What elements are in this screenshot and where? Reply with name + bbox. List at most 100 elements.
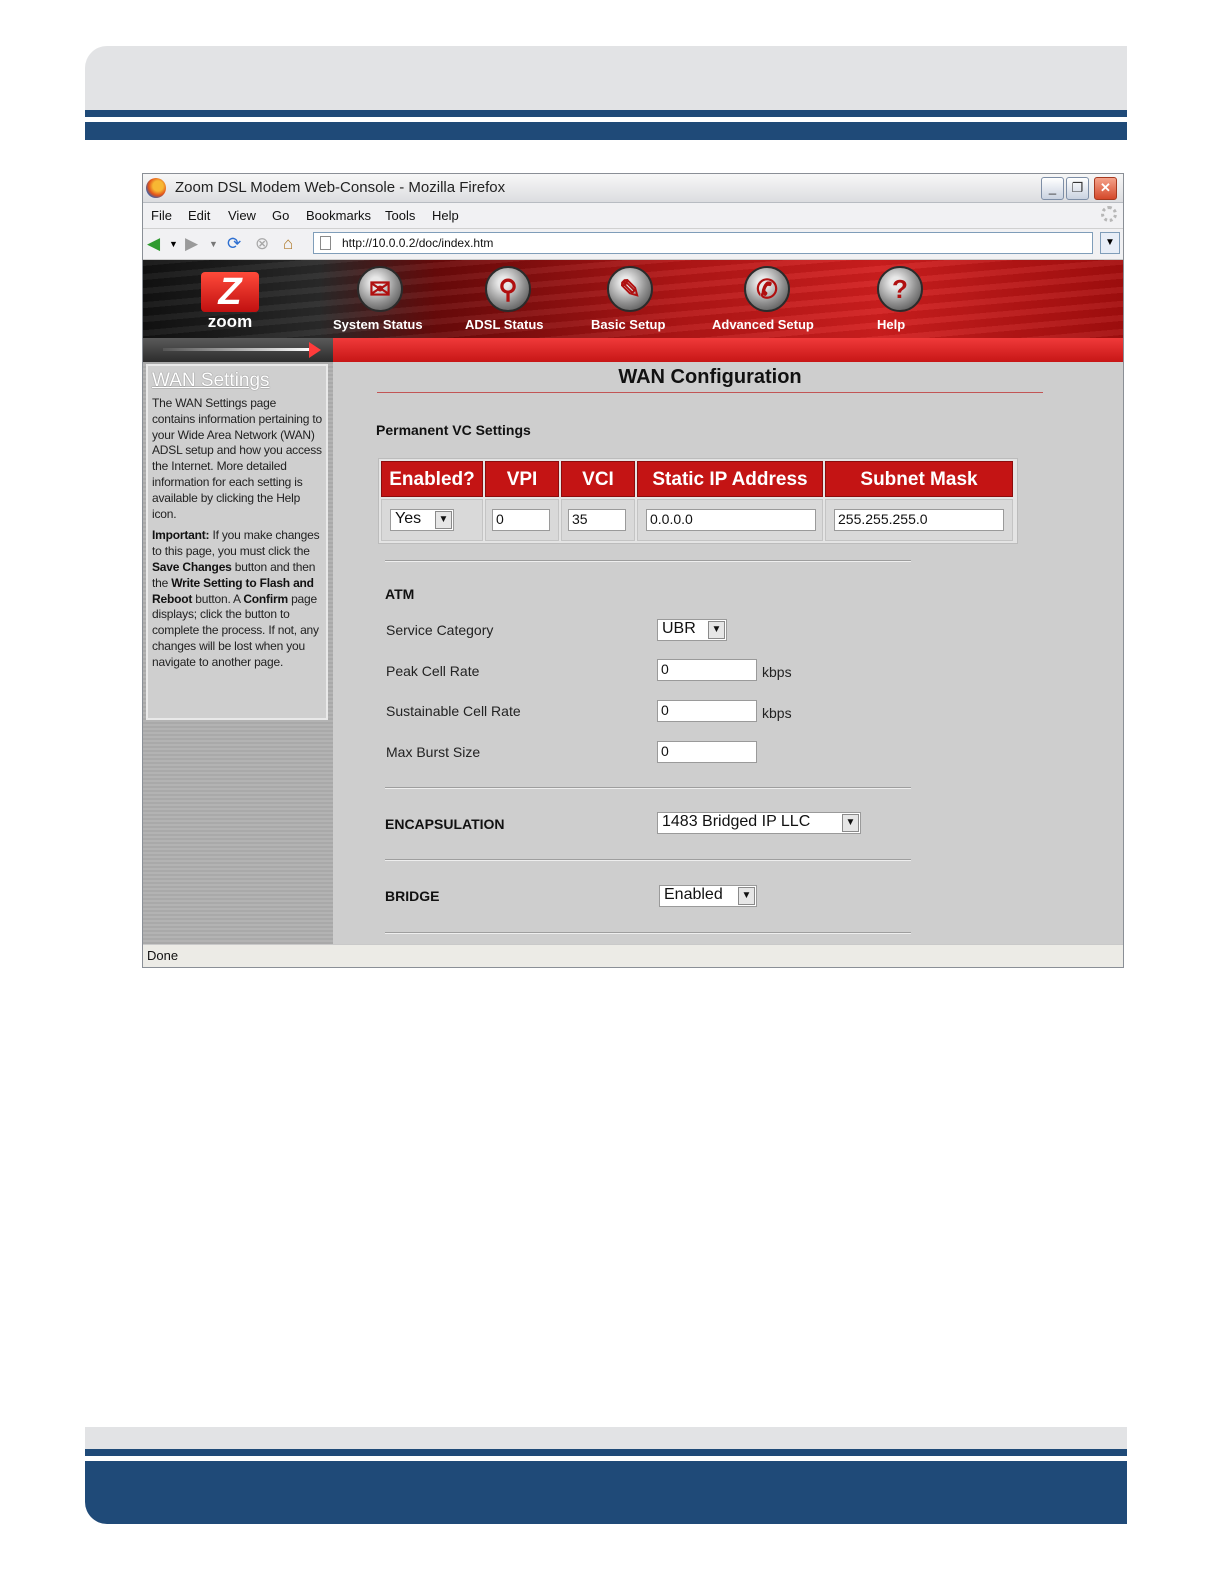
enabled-value: Yes [395,510,422,527]
sidebar-important: Important: If you make changes to this p… [152,528,322,670]
tab-label: System Status [333,317,423,332]
pvc-header-vpi: VPI [485,461,559,497]
vpi-input[interactable]: 0 [492,509,550,531]
footer-grey-band [85,1427,1127,1449]
forward-dropdown-icon[interactable]: ▼ [209,234,218,254]
section-divider [385,932,911,934]
minimize-button[interactable]: _ [1041,177,1064,200]
save-changes-text: Save Changes [152,559,232,574]
menu-help[interactable]: Help [432,208,459,223]
chevron-down-icon: ▼ [842,814,859,832]
address-dropdown-icon[interactable]: ▼ [1100,232,1120,254]
arrow-line [163,348,313,351]
pvc-cell-static-ip: 0.0.0.0 [637,499,823,541]
max-burst-size-input[interactable]: 0 [657,741,757,763]
address-url: http://10.0.0.2/doc/index.htm [342,236,494,250]
menu-go[interactable]: Go [272,208,289,223]
footer-blue-stripe [85,1449,1127,1456]
enabled-select[interactable]: Yes ▼ [390,509,454,531]
status-text: Done [147,948,179,963]
section-divider [385,560,911,562]
chevron-down-icon: ▼ [738,887,755,905]
encapsulation-label: ENCAPSULATION [385,816,505,832]
tab-system-status[interactable]: ✉ System Status [333,264,423,336]
footer-blue-band [85,1461,1127,1524]
pvc-table: Enabled? VPI VCI Static IP Address Subne… [378,458,1018,544]
magnifier-icon: ⚲ [485,266,531,312]
stop-icon[interactable]: ⊗ [255,234,269,254]
question-icon: ? [877,266,923,312]
header-grey-band [85,46,1127,110]
zoom-logo-mark: Z [201,272,259,312]
bridge-select[interactable]: Enabled ▼ [659,885,757,907]
back-dropdown-icon[interactable]: ▼ [169,234,178,254]
chevron-down-icon: ▼ [435,511,452,529]
tab-adsl-status[interactable]: ⚲ ADSL Status [465,264,555,336]
chevron-down-icon: ▼ [708,621,725,639]
restore-button[interactable]: ❐ [1066,177,1089,200]
menu-bookmarks[interactable]: Bookmarks [306,208,371,223]
tab-label: Basic Setup [591,317,666,332]
firefox-logo-icon [146,178,166,198]
service-category-value: UBR [662,620,696,637]
peak-cell-rate-input[interactable]: 0 [657,659,757,681]
arrow-right-icon [309,342,321,358]
menu-file[interactable]: File [151,208,172,223]
sustainable-cell-rate-unit: kbps [762,705,792,721]
header-blue-stripe [85,110,1127,117]
home-icon[interactable]: ⌂ [283,234,293,254]
tab-basic-setup[interactable]: ✎ Basic Setup [591,264,681,336]
help-panel: WAN Settings The WAN Settings page conta… [146,364,328,720]
navigation-toolbar: ◀ ▼ ▶ ▼ ⟳ ⊗ ⌂ http://10.0.0.2/doc/index.… [143,229,1123,260]
pvc-header-vci: VCI [561,461,635,497]
important-text-3: button. A [192,591,244,606]
window-title: Zoom DSL Modem Web-Console - Mozilla Fir… [175,179,506,196]
browser-window: Zoom DSL Modem Web-Console - Mozilla Fir… [142,173,1124,968]
encapsulation-value: 1483 Bridged IP LLC [662,813,811,830]
tab-help[interactable]: ? Help [877,264,937,336]
tab-advanced-setup[interactable]: ✆ Advanced Setup [712,264,822,336]
throbber-icon [1101,206,1117,222]
sidebar-title[interactable]: WAN Settings [152,370,322,392]
close-button[interactable]: ✕ [1094,177,1117,200]
pvc-section-label: Permanent VC Settings [376,422,531,438]
bridge-value: Enabled [664,886,723,903]
title-divider [377,392,1043,393]
tab-label: ADSL Status [465,317,544,332]
sustainable-cell-rate-input[interactable]: 0 [657,700,757,722]
peak-cell-rate-label: Peak Cell Rate [386,663,480,679]
menu-edit[interactable]: Edit [188,208,210,223]
encapsulation-select[interactable]: 1483 Bridged IP LLC ▼ [657,812,861,834]
vci-input[interactable]: 35 [568,509,626,531]
main-content: WAN Configuration Permanent VC Settings … [333,362,1123,944]
section-divider [385,859,911,861]
back-icon[interactable]: ◀ [147,234,160,254]
static-ip-input[interactable]: 0.0.0.0 [646,509,816,531]
service-category-select[interactable]: UBR ▼ [657,619,727,641]
important-label: Important: [152,528,210,543]
sustainable-cell-rate-label: Sustainable Cell Rate [386,703,521,719]
title-bar: Zoom DSL Modem Web-Console - Mozilla Fir… [143,174,1123,203]
status-bar: Done [143,944,1123,967]
red-strip [333,338,1123,362]
pvc-header-enabled: Enabled? [381,461,483,497]
page-icon [320,236,331,250]
wrench-icon: ✆ [744,266,790,312]
subnet-mask-input[interactable]: 255.255.255.0 [834,509,1004,531]
peak-cell-rate-unit: kbps [762,664,792,680]
zoom-web-console: Z zoom ✉ System Status ⚲ ADSL Status ✎ B… [143,260,1123,944]
pvc-cell-vci: 35 [561,499,635,541]
manual-footer [85,1427,1127,1524]
reload-icon[interactable]: ⟳ [227,234,241,254]
menu-tools[interactable]: Tools [385,208,415,223]
arrow-strip [143,338,333,362]
tab-label: Help [877,317,906,332]
tab-label: Advanced Setup [712,317,814,332]
menu-view[interactable]: View [228,208,256,223]
confirm-text: Confirm [243,591,288,606]
sidebar-intro: The WAN Settings page contains informati… [152,396,322,521]
manual-header [85,46,1127,140]
address-bar[interactable]: http://10.0.0.2/doc/index.htm [313,232,1093,254]
forward-icon[interactable]: ▶ [185,234,198,254]
pvc-header-static-ip: Static IP Address [637,461,823,497]
